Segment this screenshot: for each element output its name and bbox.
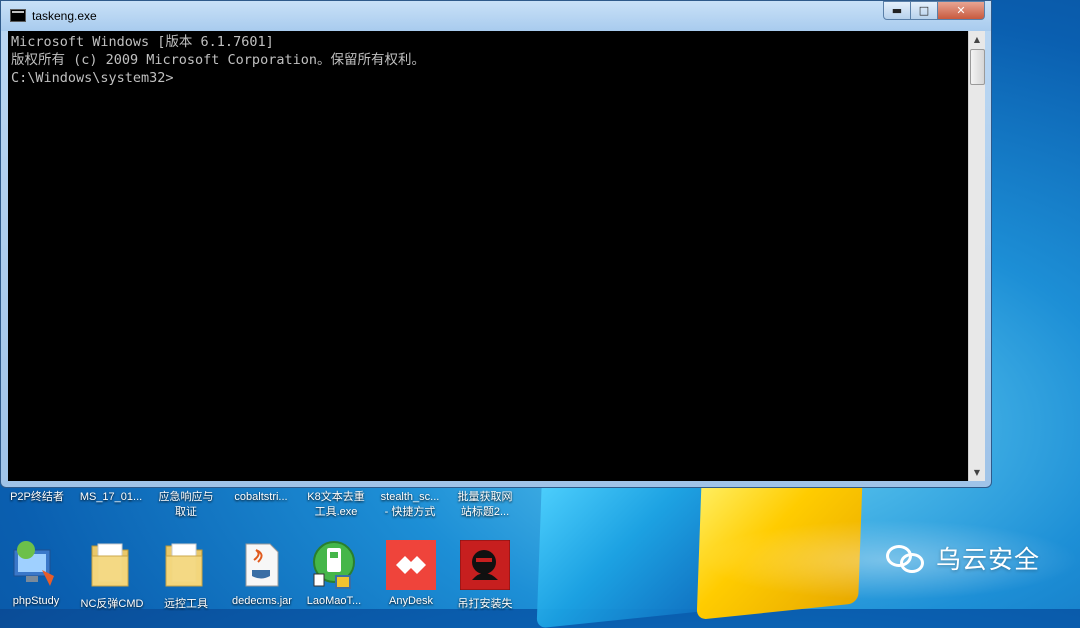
close-button[interactable]: ✕ bbox=[937, 1, 985, 20]
title-bar[interactable]: taskeng.exe ▬ □ ✕ bbox=[1, 1, 991, 31]
usb-tool-icon[interactable] bbox=[310, 540, 358, 590]
java-jar-icon[interactable] bbox=[238, 540, 286, 590]
desktop-icon-label[interactable]: P2P终结者 bbox=[0, 490, 74, 505]
console-line: 版权所有 (c) 2009 Microsoft Corporation。保留所有… bbox=[11, 52, 425, 68]
wechat-icon bbox=[886, 541, 926, 575]
phpstudy-icon[interactable] bbox=[12, 540, 60, 590]
hacker-icon[interactable] bbox=[459, 539, 511, 591]
maximize-button[interactable]: □ bbox=[910, 1, 938, 20]
watermark-text: 乌云安全 bbox=[936, 545, 1041, 574]
desktop-icon-label[interactable]: 批量获取网 站标题2... bbox=[448, 490, 522, 520]
cmd-icon[interactable] bbox=[10, 9, 26, 22]
window-controls: ▬ □ ✕ bbox=[883, 1, 985, 21]
desktop-icon-label[interactable]: K8文本去重 工具.exe bbox=[299, 490, 373, 520]
console-line: Microsoft Windows [版本 6.1.7601] bbox=[11, 34, 274, 50]
folder-icon[interactable] bbox=[88, 540, 136, 590]
desktop-icon-label[interactable]: MS_17_01... bbox=[74, 490, 148, 505]
desktop-icon-label[interactable]: 应急响应与 取证 bbox=[149, 490, 223, 520]
desktop-icon-label[interactable]: dedecms.jar bbox=[222, 595, 302, 607]
watermark: 乌云安全 bbox=[886, 540, 1040, 576]
desktop-icon-label[interactable]: LaoMaoT... bbox=[294, 595, 374, 607]
folder-icon[interactable] bbox=[162, 540, 210, 590]
vertical-scrollbar[interactable]: ▲ ▼ bbox=[968, 31, 985, 481]
desktop-icon-labels-row: P2P终结者 MS_17_01... 应急响应与 取证 cobaltstri...… bbox=[0, 490, 540, 526]
scroll-up-arrow-icon[interactable]: ▲ bbox=[969, 31, 985, 48]
desktop-icon-label[interactable]: stealth_sc... - 快捷方式 bbox=[373, 490, 447, 520]
minimize-button[interactable]: ▬ bbox=[883, 1, 911, 20]
command-prompt[interactable]: C:\Windows\system32> bbox=[11, 69, 965, 87]
cmd-window[interactable]: taskeng.exe ▬ □ ✕ Microsoft Windows [版本 … bbox=[0, 0, 992, 488]
desktop-icon-label[interactable]: cobaltstri... bbox=[224, 490, 298, 505]
anydesk-icon[interactable] bbox=[386, 540, 436, 590]
desktop-icon-label[interactable]: AnyDesk bbox=[371, 595, 451, 607]
scrollbar-thumb[interactable] bbox=[970, 49, 985, 85]
window-title: taskeng.exe bbox=[32, 9, 97, 23]
desktop-icon-label[interactable]: phpStudy bbox=[0, 595, 76, 607]
console-output[interactable]: Microsoft Windows [版本 6.1.7601] 版权所有 (c) … bbox=[8, 31, 968, 481]
scroll-down-arrow-icon[interactable]: ▼ bbox=[969, 464, 985, 481]
